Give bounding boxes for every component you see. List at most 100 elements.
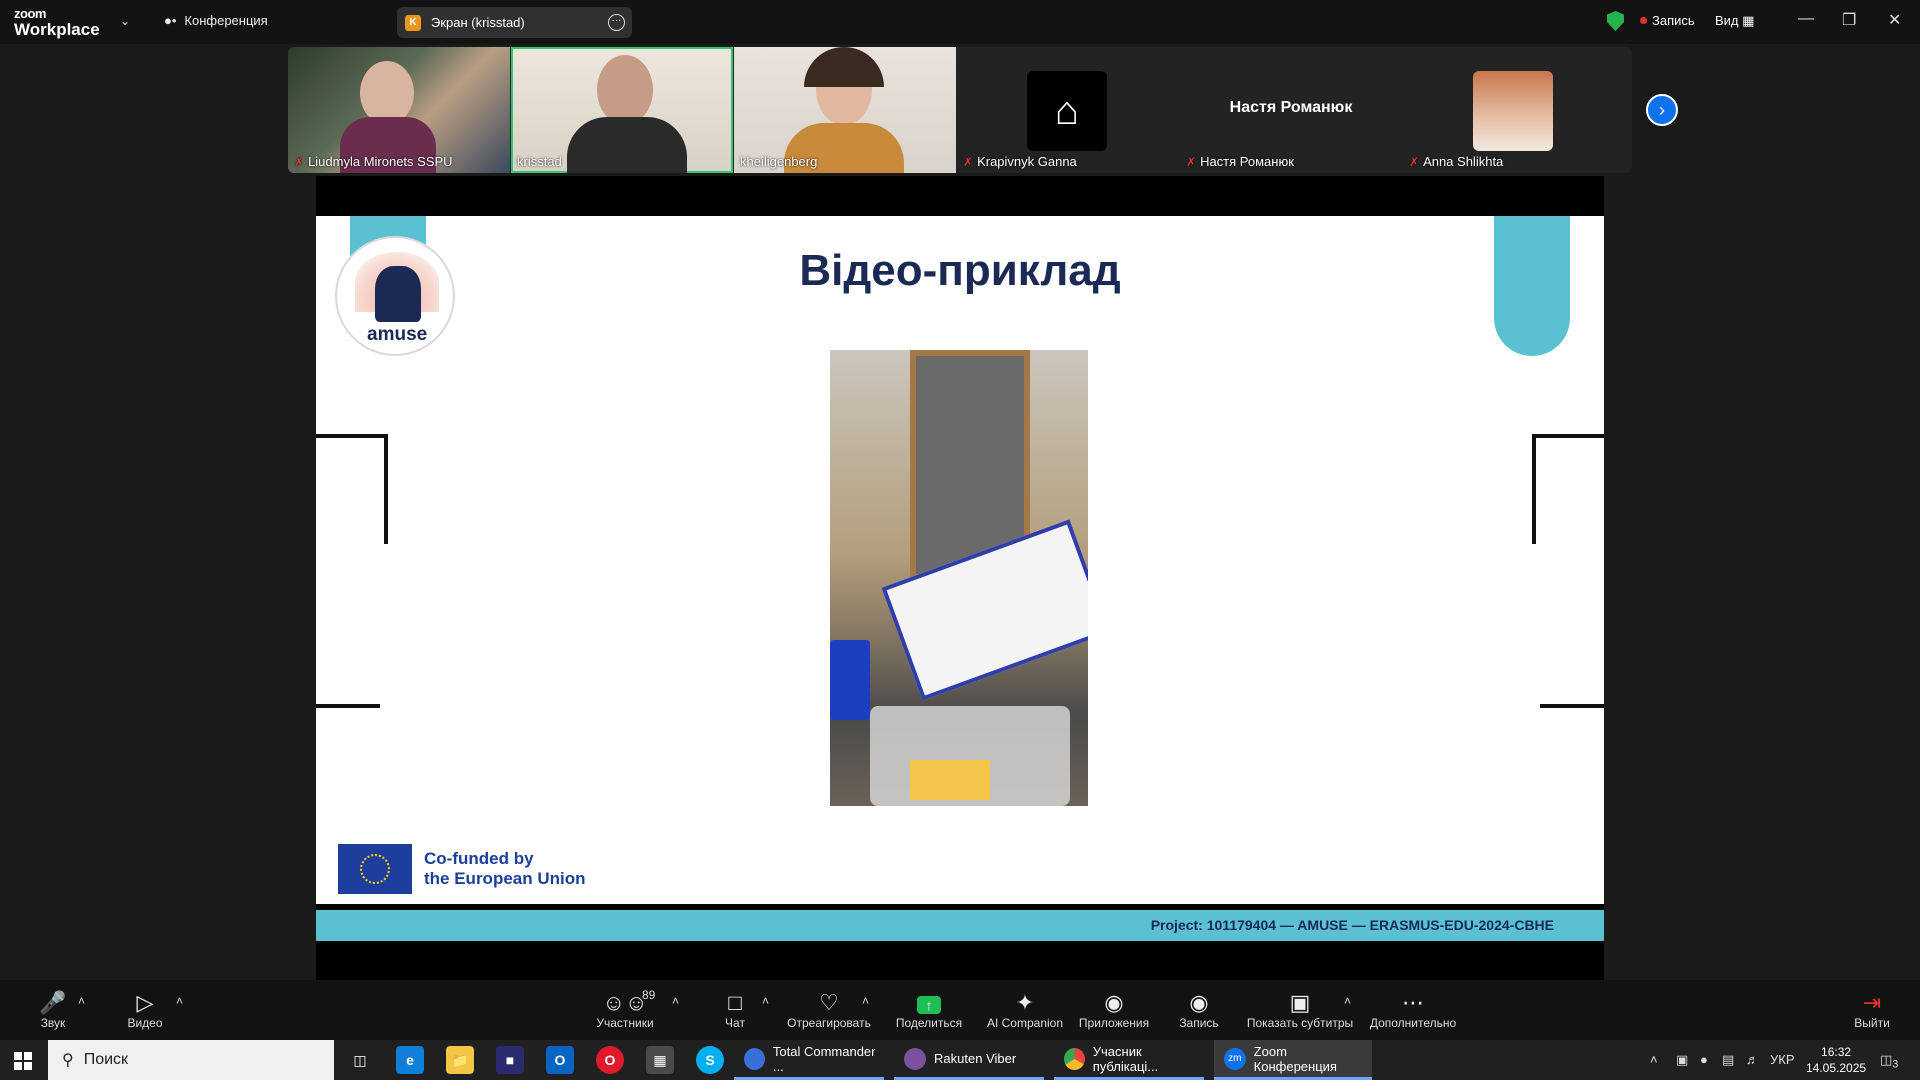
logo-workplace-text: Workplace bbox=[14, 20, 100, 39]
participant-tile-active-speaker[interactable]: krisstad bbox=[511, 47, 733, 173]
taskbar-app-chrome[interactable]: Учасник публікаці... bbox=[1054, 1040, 1204, 1080]
record-button[interactable]: ◉ Запись bbox=[1176, 990, 1222, 1030]
ai-companion-button[interactable]: ✦ AI Companion bbox=[982, 990, 1068, 1030]
view-menu[interactable]: Вид ▦ bbox=[1715, 13, 1754, 29]
participant-tile[interactable]: ✗ Anna Shlikhta bbox=[1403, 47, 1625, 173]
eu-flag-icon bbox=[338, 844, 412, 894]
more-options-icon[interactable]: ··· bbox=[608, 14, 625, 31]
video-button[interactable]: ▷ Видео bbox=[124, 990, 166, 1030]
notifications-count: 3 bbox=[1892, 1058, 1899, 1071]
audio-options-caret[interactable]: ˄ bbox=[78, 994, 85, 1008]
react-button[interactable]: ♡ Отреагировать bbox=[786, 990, 872, 1030]
security-shield-icon[interactable] bbox=[1607, 11, 1624, 31]
close-icon[interactable]: ✕ bbox=[1888, 10, 1901, 30]
zoom-icon: zm bbox=[1224, 1047, 1246, 1070]
captions-options-caret[interactable]: ˄ bbox=[1344, 994, 1351, 1008]
grid-icon: ▦ bbox=[1742, 13, 1755, 28]
search-placeholder: Поиск bbox=[83, 1051, 129, 1068]
mic-muted-icon: ✗ bbox=[1409, 154, 1420, 169]
minimize-icon[interactable]: — bbox=[1798, 10, 1814, 28]
record-icon: ◉ bbox=[1189, 990, 1209, 1015]
tray-language[interactable]: УКР bbox=[1770, 1052, 1795, 1067]
participant-tile[interactable]: ✗ Liudmyla Mironets SSPU bbox=[288, 47, 510, 173]
taskbar-app-zoom[interactable]: zm Zoom Конференция bbox=[1214, 1040, 1372, 1080]
screen-share-pill[interactable]: K Экран (krisstad) ··· bbox=[397, 7, 632, 38]
clock-time: 16:32 bbox=[1821, 1045, 1852, 1059]
skype-icon[interactable]: S bbox=[696, 1046, 724, 1074]
notifications-icon[interactable]: ◫3 bbox=[1880, 1052, 1898, 1071]
decorative-line-right bbox=[1540, 704, 1604, 708]
embedded-video[interactable] bbox=[830, 350, 1088, 806]
participants-options-caret[interactable]: ˄ bbox=[672, 994, 679, 1008]
participant-tile[interactable]: kheiligenberg bbox=[734, 47, 956, 173]
screen-share-label: Экран (krisstad) bbox=[431, 15, 525, 30]
recording-dot-icon bbox=[1640, 17, 1647, 24]
zoom-title-bar: zoom Workplace ⌄ ●• Конференция K Экран … bbox=[0, 0, 1920, 44]
house-avatar-icon: ⌂ bbox=[1027, 71, 1107, 151]
restore-icon[interactable]: ❐ bbox=[1842, 10, 1856, 30]
taskbar-app-label: Total Commander ... bbox=[772, 1043, 876, 1074]
slide-title: Відео-приклад bbox=[799, 246, 1121, 295]
eu-cofunded-badge: Co-funded by the European Union bbox=[338, 844, 586, 894]
leave-door-icon: ⇥ bbox=[1862, 990, 1882, 1015]
react-label: Отреагировать bbox=[787, 1016, 871, 1030]
project-footer-text: Project: 101179404 — AMUSE — ERASMUS-EDU… bbox=[1150, 917, 1554, 933]
view-label: Вид bbox=[1715, 13, 1739, 28]
shared-slide: amuse Відео-приклад Co-funded by the Eur… bbox=[316, 216, 1604, 904]
meeting-toolbar: 🎤 Звук ˄ ▷ Видео ˄ ☺☺ 89 Участники ˄ □ Ч… bbox=[0, 980, 1920, 1040]
store-icon[interactable]: ■ bbox=[496, 1046, 524, 1074]
participant-face bbox=[597, 55, 653, 125]
file-explorer-icon[interactable]: 📁 bbox=[446, 1046, 474, 1074]
edge-icon[interactable]: e bbox=[396, 1046, 424, 1074]
participant-tile[interactable]: Настя Романюк ✗ Настя Романюк bbox=[1180, 47, 1402, 173]
participant-tile[interactable]: ⌂ ✗ Krapivnyk Ganna bbox=[957, 47, 1179, 173]
calculator-icon[interactable]: ▦ bbox=[646, 1046, 674, 1074]
eu-text-line1: Co-funded by bbox=[424, 849, 534, 868]
more-button[interactable]: ⋯ Дополнительно bbox=[1368, 990, 1458, 1030]
taskbar-app-total-commander[interactable]: Total Commander ... bbox=[734, 1040, 884, 1080]
tray-mic-icon[interactable]: ● bbox=[1700, 1052, 1708, 1067]
conference-label: Конференция bbox=[184, 13, 268, 28]
conference-menu[interactable]: ●• Конференция bbox=[164, 13, 268, 28]
tray-overflow-icon[interactable]: ˄ bbox=[1650, 1052, 1658, 1067]
mic-muted-icon: ✗ bbox=[294, 154, 305, 169]
chevron-down-icon[interactable]: ⌄ bbox=[120, 14, 130, 28]
audio-button[interactable]: 🎤 Звук bbox=[32, 990, 74, 1030]
chat-button[interactable]: □ Чат bbox=[720, 990, 750, 1030]
chat-options-caret[interactable]: ˄ bbox=[762, 994, 769, 1008]
tray-network-icon[interactable]: ▤ bbox=[1722, 1052, 1734, 1068]
more-label: Дополнительно bbox=[1369, 1016, 1457, 1030]
tray-device-icon[interactable]: ▣ bbox=[1676, 1052, 1688, 1068]
decorative-bracket-left bbox=[316, 434, 388, 544]
next-page-arrow-icon[interactable]: › bbox=[1646, 94, 1678, 126]
logo-text: amuse bbox=[367, 324, 428, 345]
task-view-icon[interactable]: ◫ bbox=[346, 1046, 374, 1074]
tray-volume-icon[interactable]: ♬ bbox=[1746, 1052, 1759, 1067]
apps-button[interactable]: ◉ Приложения bbox=[1076, 990, 1152, 1030]
participants-button[interactable]: ☺☺ 89 Участники bbox=[586, 988, 664, 1030]
video-label: Видео bbox=[127, 1016, 163, 1030]
taskbar-app-viber[interactable]: Rakuten Viber bbox=[894, 1040, 1044, 1080]
recording-indicator[interactable]: Запись bbox=[1640, 13, 1695, 28]
share-button[interactable]: ↑ Поделиться bbox=[892, 990, 966, 1030]
windows-start-icon[interactable] bbox=[14, 1052, 32, 1070]
participant-display-name: Настя Романюк bbox=[1229, 99, 1353, 116]
leave-label: Выйти bbox=[1854, 1016, 1890, 1030]
record-label: Запись bbox=[1179, 1016, 1219, 1030]
windows-taskbar: ⚲ Поиск ◫ e 📁 ■ O O ▦ S Total Commander … bbox=[0, 1040, 1920, 1080]
opera-icon[interactable]: O bbox=[596, 1046, 624, 1074]
participant-avatar bbox=[1473, 71, 1553, 151]
leave-button[interactable]: ⇥ Выйти bbox=[1852, 990, 1892, 1030]
taskbar-search[interactable]: ⚲ Поиск bbox=[48, 1040, 334, 1080]
react-options-caret[interactable]: ˄ bbox=[862, 994, 869, 1008]
video-options-caret[interactable]: ˄ bbox=[176, 994, 183, 1008]
participant-name: kheiligenberg bbox=[740, 154, 818, 169]
participant-hair bbox=[804, 47, 884, 87]
clock-date: 14.05.2025 bbox=[1806, 1061, 1867, 1075]
taskbar-app-label: Zoom Конференция bbox=[1253, 1043, 1337, 1074]
captions-button[interactable]: ▣ Показать субтитры bbox=[1246, 990, 1354, 1030]
tray-clock[interactable]: 16:32 14.05.2025 bbox=[1806, 1044, 1866, 1076]
outlook-icon[interactable]: O bbox=[546, 1046, 574, 1074]
logo-zoom-text: zoom bbox=[14, 6, 46, 21]
video-cheese bbox=[910, 760, 990, 800]
